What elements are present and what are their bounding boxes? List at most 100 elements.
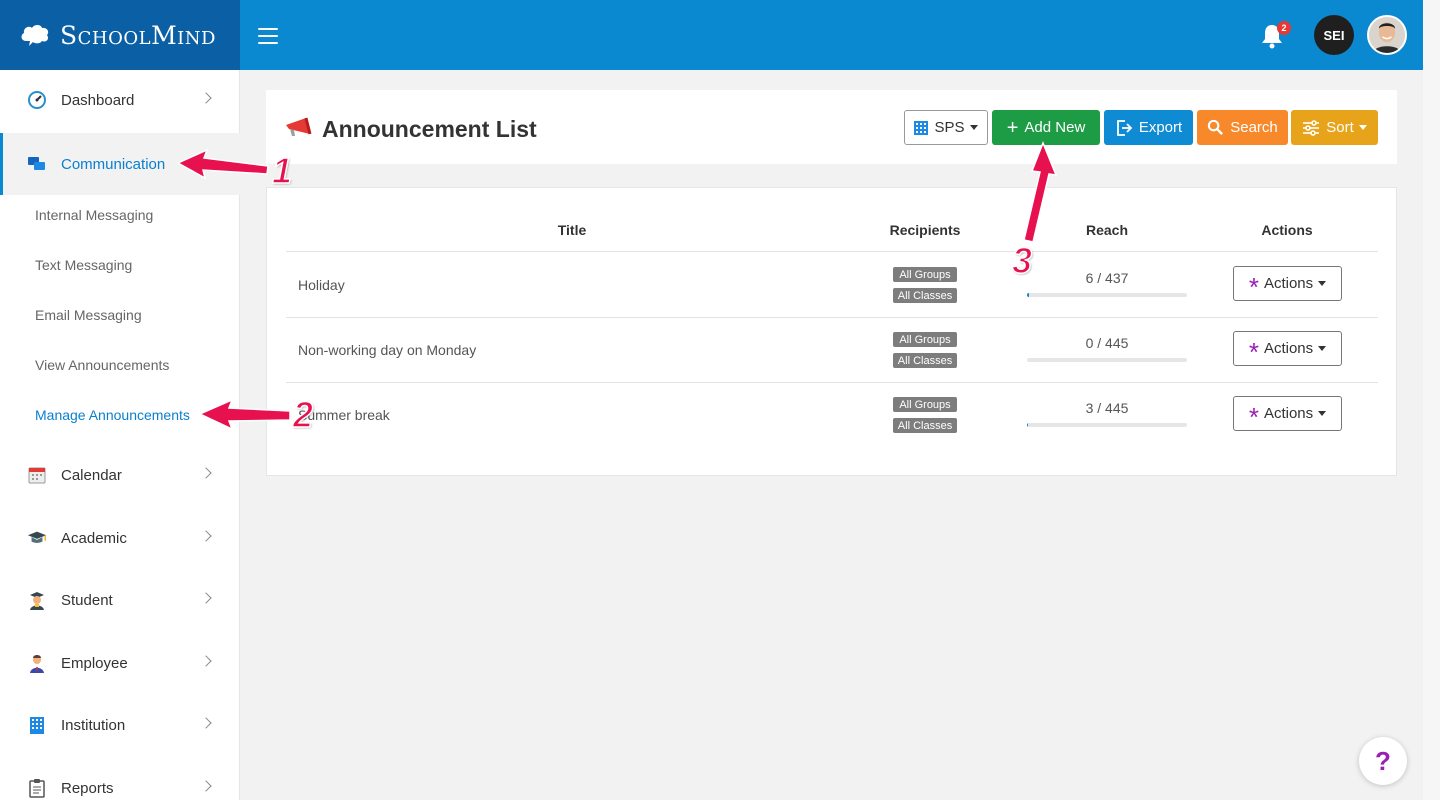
sidebar-item-reports[interactable]: Reports [0, 758, 240, 800]
sidebar-subitem-manage-announcements[interactable]: Manage Announcements [35, 407, 190, 423]
sort-dropdown-button[interactable]: Sort [1291, 110, 1378, 145]
sidebar-item-label: Employee [61, 654, 128, 672]
recipient-badge: All Groups [893, 332, 957, 347]
menu-toggle-icon[interactable] [258, 28, 278, 44]
reach-progress-fill [1027, 293, 1030, 297]
reach-progress-bar [1027, 423, 1187, 427]
add-new-button[interactable]: + Add New [992, 110, 1100, 145]
sps-label: SPS [934, 119, 965, 136]
brand-name: SchoolMind [60, 20, 216, 50]
sidebar-subitem-view-announcements[interactable]: View Announcements [35, 357, 169, 373]
scrollbar[interactable] [1423, 0, 1440, 800]
column-header-actions: Actions [1261, 222, 1313, 238]
sidebar-item-institution[interactable]: Institution [0, 695, 240, 755]
column-header-title: Title [557, 222, 587, 238]
asterisk-icon: * [1248, 401, 1259, 432]
sidebar-item-label: Communication [61, 155, 166, 173]
chevron-right-icon [200, 92, 212, 104]
search-button[interactable]: Search [1197, 110, 1288, 145]
chevron-right-icon [200, 717, 212, 729]
reach-progress-bar [1027, 358, 1187, 362]
search-label: Search [1230, 119, 1278, 136]
student-icon [27, 590, 47, 610]
employee-icon [27, 653, 47, 673]
export-button[interactable]: Export [1104, 110, 1193, 145]
sps-dropdown-button[interactable]: SPS [904, 110, 988, 145]
annotation-number-3: 3 [1011, 239, 1033, 282]
notification-badge: 2 [1277, 21, 1291, 35]
row-title: Non-working day on Monday [298, 342, 477, 358]
asterisk-icon: * [1248, 271, 1259, 302]
row-title: Holiday [298, 277, 345, 293]
sidebar-item-employee[interactable]: Employee [0, 633, 240, 693]
column-header-recipients: Recipients [889, 222, 961, 238]
caret-down-icon [969, 125, 978, 130]
chevron-right-icon [200, 592, 212, 604]
recipient-badge: All Groups [893, 397, 957, 412]
recipient-badge: All Classes [893, 418, 957, 433]
caret-down-icon [1318, 346, 1327, 351]
recipient-badge: All Groups [893, 267, 957, 282]
sidebar-item-dashboard[interactable]: Dashboard [0, 70, 240, 130]
sidebar-item-label: Institution [61, 716, 126, 734]
sidebar-item-label: Academic [61, 529, 127, 547]
caret-down-icon [1358, 125, 1367, 130]
actions-label: Actions [1263, 275, 1314, 292]
sidebar-subitem-email-messaging[interactable]: Email Messaging [35, 307, 142, 323]
reach-count: 6 / 437 [1085, 270, 1129, 286]
user-photo-avatar[interactable] [1367, 15, 1407, 55]
chevron-right-icon [200, 655, 212, 667]
divider [286, 382, 1378, 383]
chat-bubbles-icon [27, 154, 47, 174]
reach-count: 0 / 445 [1085, 335, 1129, 351]
calendar-icon [27, 465, 47, 485]
sidebar-item-communication[interactable]: Communication [0, 133, 240, 195]
export-icon [1115, 119, 1133, 137]
help-button[interactable]: ? [1359, 737, 1407, 785]
reach-progress-fill [1027, 423, 1029, 427]
add-new-label: Add New [1024, 119, 1086, 136]
row-actions-button[interactable]: * Actions [1233, 331, 1342, 366]
announcement-table: Title Recipients Reach Actions Holiday A… [266, 187, 1397, 476]
row-actions-button[interactable]: * Actions [1233, 396, 1342, 431]
user-initials-avatar[interactable]: SEI [1314, 15, 1354, 55]
sidebar-item-label: Student [61, 591, 113, 609]
brand[interactable]: SchoolMind [0, 0, 240, 70]
sidebar-subitem-text-messaging[interactable]: Text Messaging [35, 257, 132, 273]
sidebar-item-label: Calendar [61, 466, 122, 484]
building-icon [27, 715, 47, 735]
recipient-badge: All Classes [893, 353, 957, 368]
sidebar: Dashboard Communication Internal Messagi… [0, 70, 240, 800]
sidebar-item-academic[interactable]: Academic [0, 508, 240, 568]
caret-down-icon [1318, 281, 1327, 286]
megaphone-icon [286, 117, 312, 136]
brain-logo-icon [21, 25, 49, 46]
export-label: Export [1138, 119, 1183, 136]
sliders-icon [1302, 119, 1320, 136]
annotation-number-1: 1 [271, 149, 293, 192]
annotation-number-2: 2 [292, 393, 314, 436]
sidebar-subitem-internal-messaging[interactable]: Internal Messaging [35, 207, 153, 223]
sidebar-item-calendar[interactable]: Calendar [0, 445, 240, 505]
clipboard-icon [27, 778, 47, 798]
chevron-right-icon [200, 780, 212, 792]
divider [286, 251, 1378, 252]
row-actions-button[interactable]: * Actions [1233, 266, 1342, 301]
graduation-cap-icon [27, 528, 47, 548]
sidebar-item-label: Reports [61, 779, 114, 797]
page-title: Announcement List [322, 116, 537, 142]
page-header: Announcement List SPS + Add New Export S… [266, 90, 1397, 164]
chevron-right-icon [200, 467, 212, 479]
actions-label: Actions [1263, 340, 1314, 357]
divider [286, 317, 1378, 318]
sidebar-item-label: Dashboard [61, 91, 135, 109]
column-header-reach: Reach [1085, 222, 1129, 238]
sort-label: Sort [1326, 119, 1354, 136]
chevron-right-icon [200, 530, 212, 542]
sidebar-item-student[interactable]: Student [0, 570, 240, 630]
asterisk-icon: * [1248, 336, 1259, 367]
caret-down-icon [1318, 411, 1327, 416]
grid-building-icon [914, 120, 929, 135]
search-icon [1207, 119, 1224, 136]
dashboard-gauge-icon [27, 90, 47, 110]
